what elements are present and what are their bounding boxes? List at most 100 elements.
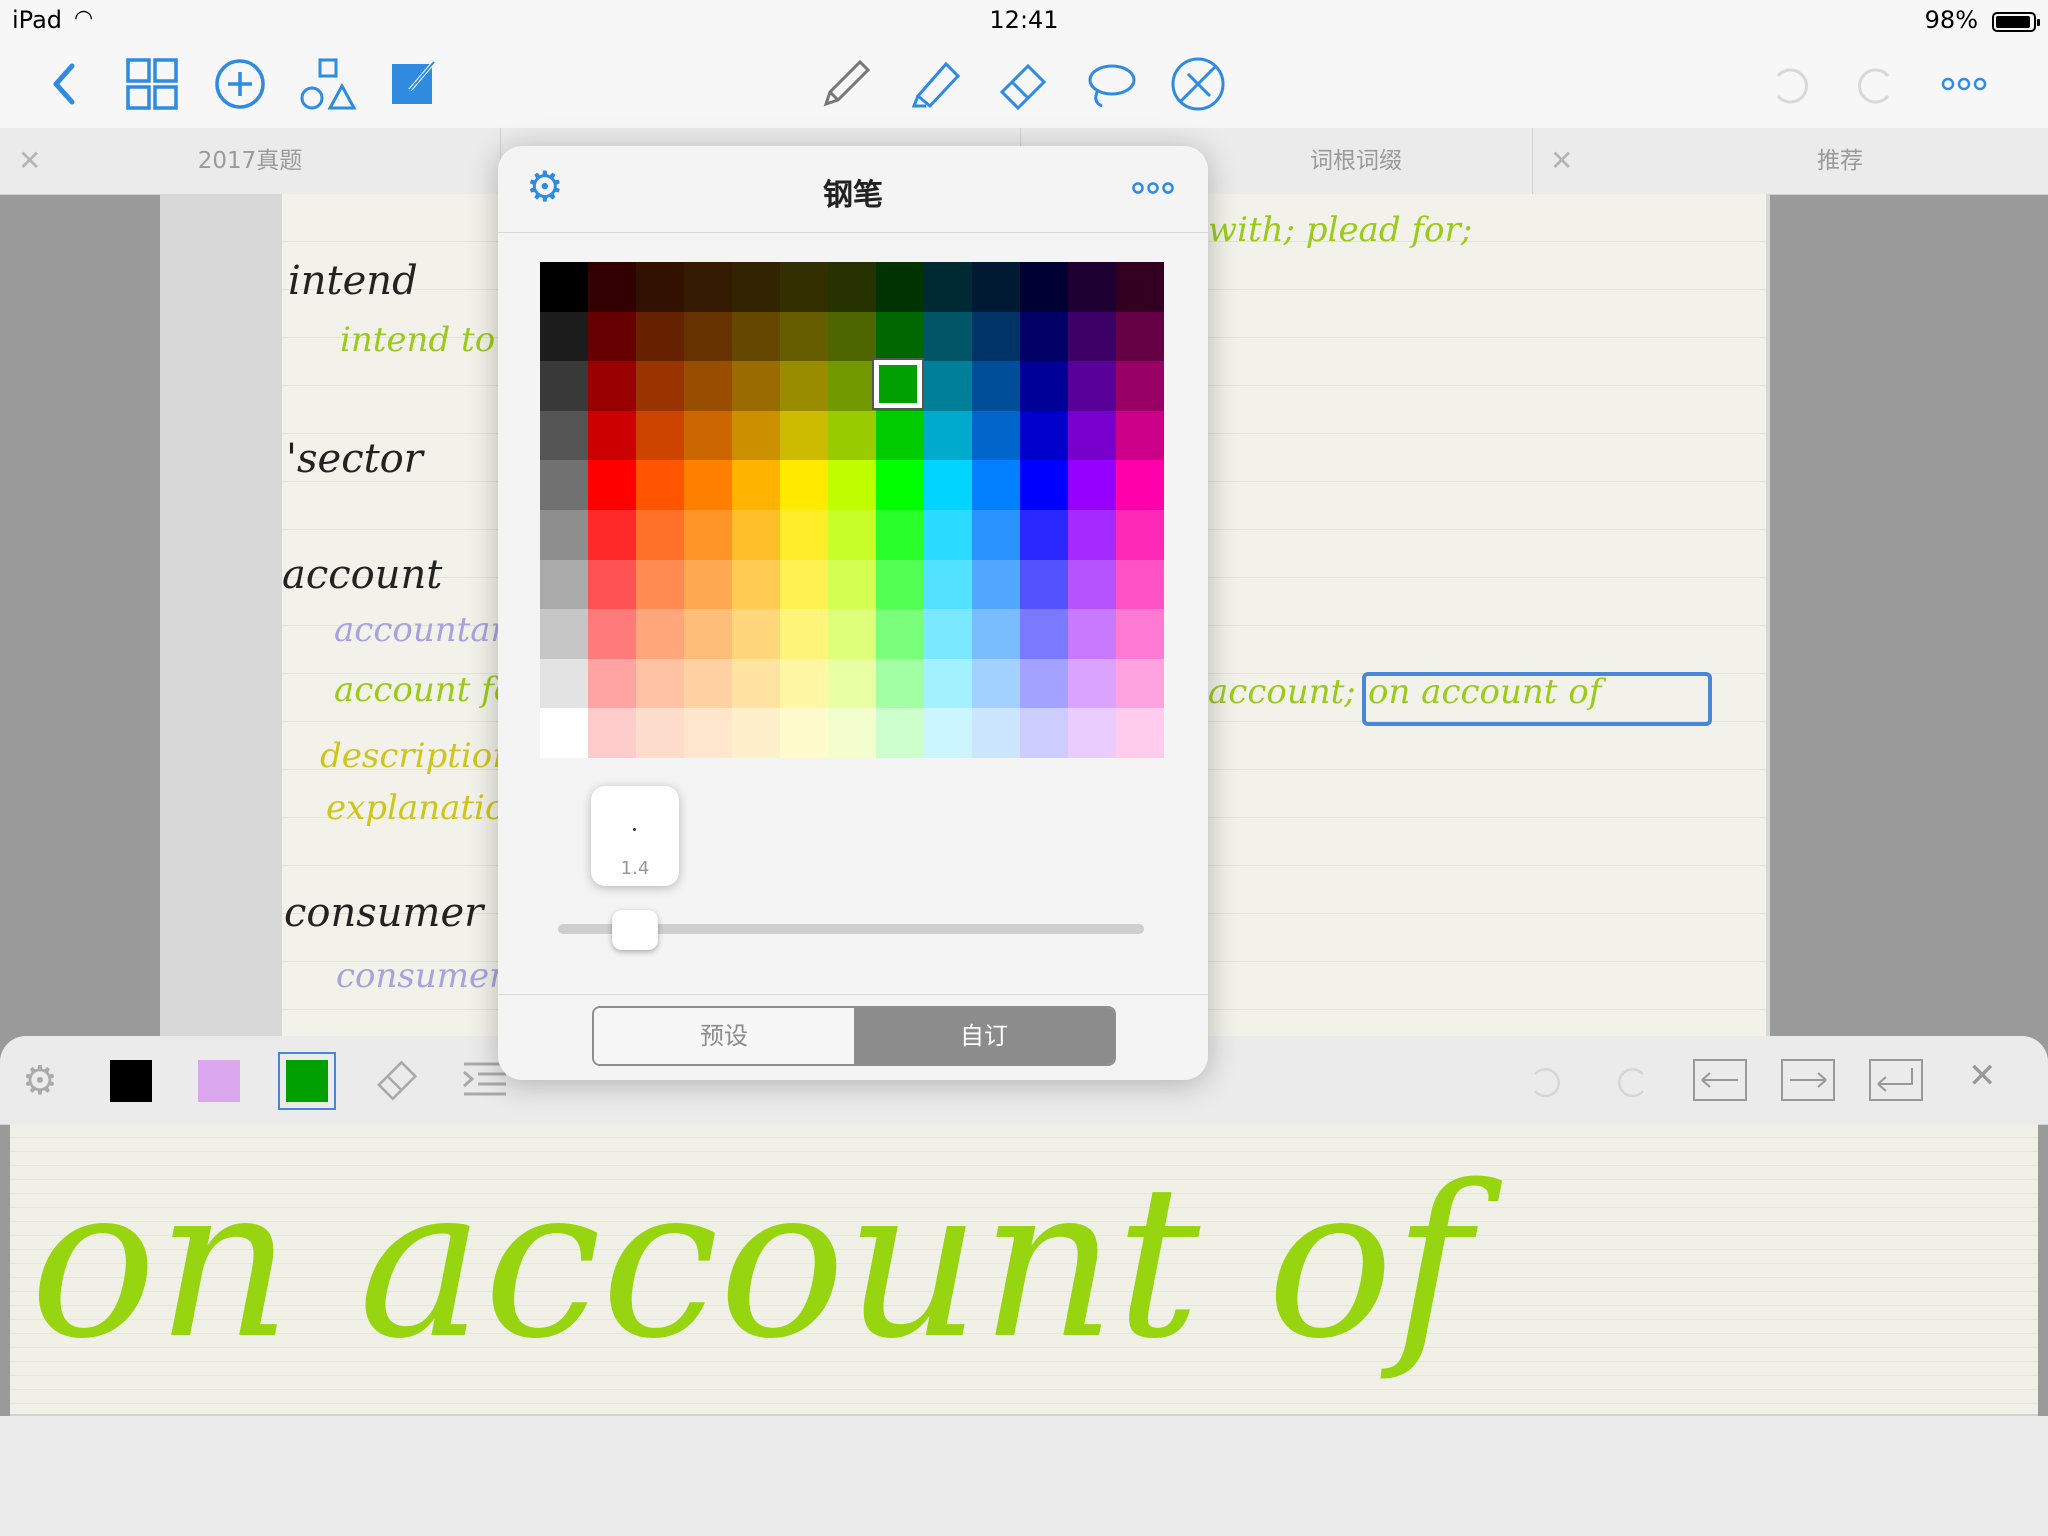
color-cell[interactable] — [540, 262, 588, 312]
color-cell[interactable] — [588, 460, 636, 510]
color-cell[interactable] — [924, 361, 972, 411]
close-icon[interactable]: ✕ — [1968, 1056, 1997, 1096]
color-cell[interactable] — [1116, 708, 1164, 758]
highlighter-icon[interactable] — [906, 54, 966, 114]
color-cell[interactable] — [780, 410, 828, 461]
color-cell[interactable] — [636, 311, 684, 362]
tab-recommend[interactable]: ✕ 推荐 — [1532, 128, 2048, 194]
color-cell[interactable] — [1068, 361, 1116, 411]
color-cell[interactable] — [972, 361, 1020, 411]
color-cell[interactable] — [1020, 708, 1068, 758]
color-cell[interactable] — [636, 460, 684, 510]
no-touch-icon[interactable] — [1168, 54, 1228, 114]
color-grid[interactable] — [540, 262, 1164, 758]
color-cell[interactable] — [1116, 658, 1164, 709]
color-cell[interactable] — [828, 311, 876, 362]
color-cell[interactable] — [1116, 509, 1164, 560]
color-cell[interactable] — [780, 460, 828, 510]
color-cell[interactable] — [684, 658, 732, 709]
segment-custom[interactable]: 自订 — [854, 1008, 1114, 1064]
color-cell[interactable] — [972, 460, 1020, 510]
edit-icon[interactable] — [384, 54, 444, 114]
color-cell[interactable] — [540, 559, 588, 610]
color-cell[interactable] — [1068, 410, 1116, 461]
return-icon[interactable] — [1868, 1058, 1924, 1106]
color-cell[interactable] — [588, 509, 636, 560]
color-cell[interactable] — [732, 460, 780, 510]
color-swatch-green[interactable] — [278, 1052, 336, 1110]
color-cell[interactable] — [636, 609, 684, 659]
color-cell[interactable] — [588, 262, 636, 312]
grid-icon[interactable] — [122, 54, 182, 114]
color-cell[interactable] — [1116, 460, 1164, 510]
color-cell[interactable] — [972, 708, 1020, 758]
more-icon[interactable] — [1934, 54, 1994, 114]
color-cell[interactable] — [972, 262, 1020, 312]
more-icon[interactable] — [1128, 168, 1178, 212]
color-cell[interactable] — [1020, 658, 1068, 709]
color-cell[interactable] — [588, 708, 636, 758]
color-cell[interactable] — [684, 460, 732, 510]
undo-icon[interactable] — [1520, 1056, 1570, 1110]
back-icon[interactable] — [36, 54, 96, 114]
move-right-icon[interactable] — [1780, 1058, 1836, 1106]
color-cell[interactable] — [684, 609, 732, 659]
color-cell[interactable] — [876, 609, 924, 659]
color-cell[interactable] — [828, 609, 876, 659]
color-cell[interactable] — [636, 708, 684, 758]
color-cell[interactable] — [1020, 460, 1068, 510]
color-cell[interactable] — [588, 658, 636, 709]
color-cell[interactable] — [924, 311, 972, 362]
color-cell[interactable] — [924, 658, 972, 709]
color-cell[interactable] — [684, 410, 732, 461]
segment-preset[interactable]: 预设 — [594, 1008, 854, 1064]
color-cell[interactable] — [972, 311, 1020, 362]
color-cell[interactable] — [876, 410, 924, 461]
color-cell[interactable] — [924, 708, 972, 758]
color-cell[interactable] — [828, 460, 876, 510]
color-cell[interactable] — [1116, 609, 1164, 659]
color-cell[interactable] — [732, 410, 780, 461]
close-icon[interactable]: ✕ — [1550, 128, 1573, 194]
redo-icon[interactable] — [1608, 1056, 1658, 1110]
color-cell[interactable] — [828, 361, 876, 411]
color-cell[interactable] — [924, 509, 972, 560]
color-cell[interactable] — [540, 361, 588, 411]
pen-icon[interactable] — [816, 54, 876, 114]
selected-color-cell[interactable] — [874, 360, 922, 408]
lasso-icon[interactable] — [1080, 54, 1140, 114]
color-cell[interactable] — [780, 609, 828, 659]
color-cell[interactable] — [684, 509, 732, 560]
color-cell[interactable] — [636, 509, 684, 560]
color-cell[interactable] — [780, 658, 828, 709]
redo-icon[interactable] — [1846, 54, 1906, 114]
color-cell[interactable] — [1116, 311, 1164, 362]
color-cell[interactable] — [1116, 361, 1164, 411]
color-cell[interactable] — [876, 262, 924, 312]
color-cell[interactable] — [828, 262, 876, 312]
color-cell[interactable] — [780, 708, 828, 758]
color-cell[interactable] — [684, 361, 732, 411]
color-cell[interactable] — [540, 460, 588, 510]
color-cell[interactable] — [1020, 609, 1068, 659]
color-cell[interactable] — [924, 410, 972, 461]
color-cell[interactable] — [540, 509, 588, 560]
color-cell[interactable] — [684, 708, 732, 758]
color-cell[interactable] — [828, 410, 876, 461]
color-cell[interactable] — [1020, 410, 1068, 461]
color-cell[interactable] — [876, 460, 924, 510]
undo-icon[interactable] — [1760, 54, 1820, 114]
gear-icon[interactable]: ⚙ — [22, 1058, 58, 1104]
color-cell[interactable] — [540, 708, 588, 758]
color-cell[interactable] — [636, 361, 684, 411]
color-cell[interactable] — [972, 509, 1020, 560]
shapes-icon[interactable] — [298, 54, 358, 114]
color-cell[interactable] — [780, 361, 828, 411]
color-cell[interactable] — [732, 658, 780, 709]
color-cell[interactable] — [588, 361, 636, 411]
color-cell[interactable] — [636, 262, 684, 312]
color-cell[interactable] — [540, 609, 588, 659]
color-cell[interactable] — [636, 410, 684, 461]
color-cell[interactable] — [588, 559, 636, 610]
color-cell[interactable] — [1116, 262, 1164, 312]
